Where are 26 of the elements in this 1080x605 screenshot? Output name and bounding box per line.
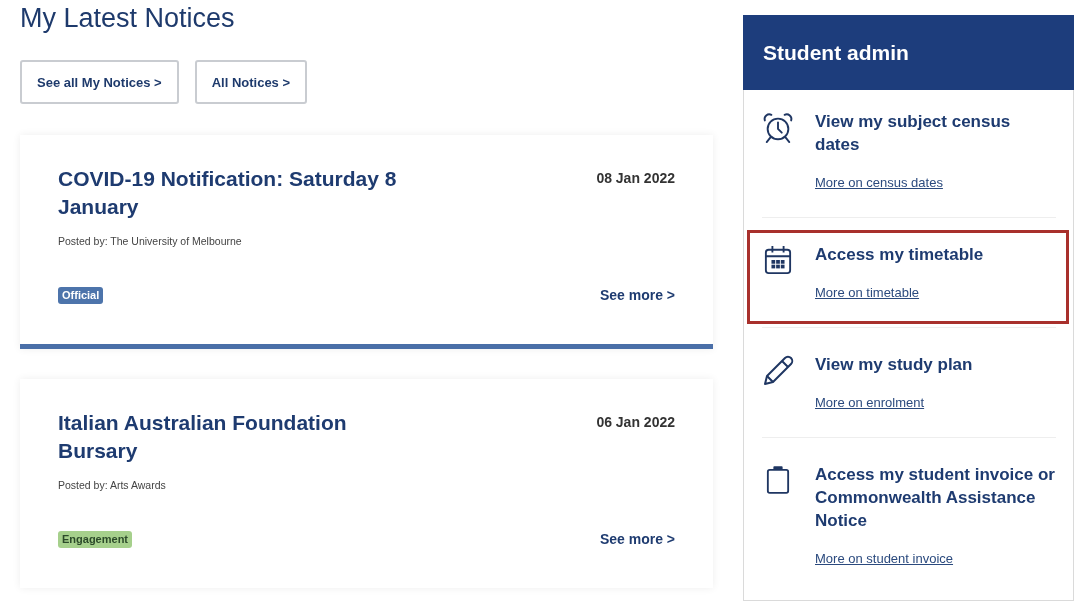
category-tag: Official (58, 286, 104, 304)
panel-title: Student admin (763, 39, 909, 66)
notice-title[interactable]: COVID-19 Notification: Saturday 8 January (58, 165, 418, 221)
posted-by-text: Posted by: Arts Awards (58, 478, 166, 492)
clipboard-icon (766, 465, 790, 495)
admin-item-link[interactable]: More on enrolment (815, 394, 925, 412)
see-more-link[interactable]: See more > (599, 530, 675, 548)
admin-item-title[interactable]: Access my timetable (815, 243, 984, 266)
posted-by-text: Posted by: The University of Melbourne (58, 234, 242, 248)
admin-item-link[interactable]: More on student invoice (815, 550, 954, 568)
see-more-link[interactable]: See more > (599, 286, 675, 304)
admin-item-title[interactable]: Access my student invoice or Commonwealth Assistance Notice (815, 463, 1056, 532)
pencil-icon (762, 355, 794, 387)
notice-title[interactable]: Italian Australian Foundation Bursary (58, 409, 418, 465)
admin-item-title[interactable]: View my study plan (815, 353, 973, 376)
alarm-clock-icon (762, 112, 794, 144)
notice-date: 06 Jan 2022 (596, 414, 675, 430)
page-title: My Latest Notices (20, 2, 235, 35)
notice-date: 08 Jan 2022 (596, 170, 675, 186)
notices-button[interactable]: See all My Notices > (20, 60, 179, 104)
admin-item-link[interactable]: More on census dates (815, 174, 943, 192)
calendar-icon (764, 245, 792, 275)
admin-item-link[interactable]: More on timetable (815, 284, 920, 302)
category-tag: Engagement (58, 530, 132, 548)
admin-item-title[interactable]: View my subject census dates (815, 110, 1056, 156)
notices-button[interactable]: All Notices > (194, 60, 308, 104)
